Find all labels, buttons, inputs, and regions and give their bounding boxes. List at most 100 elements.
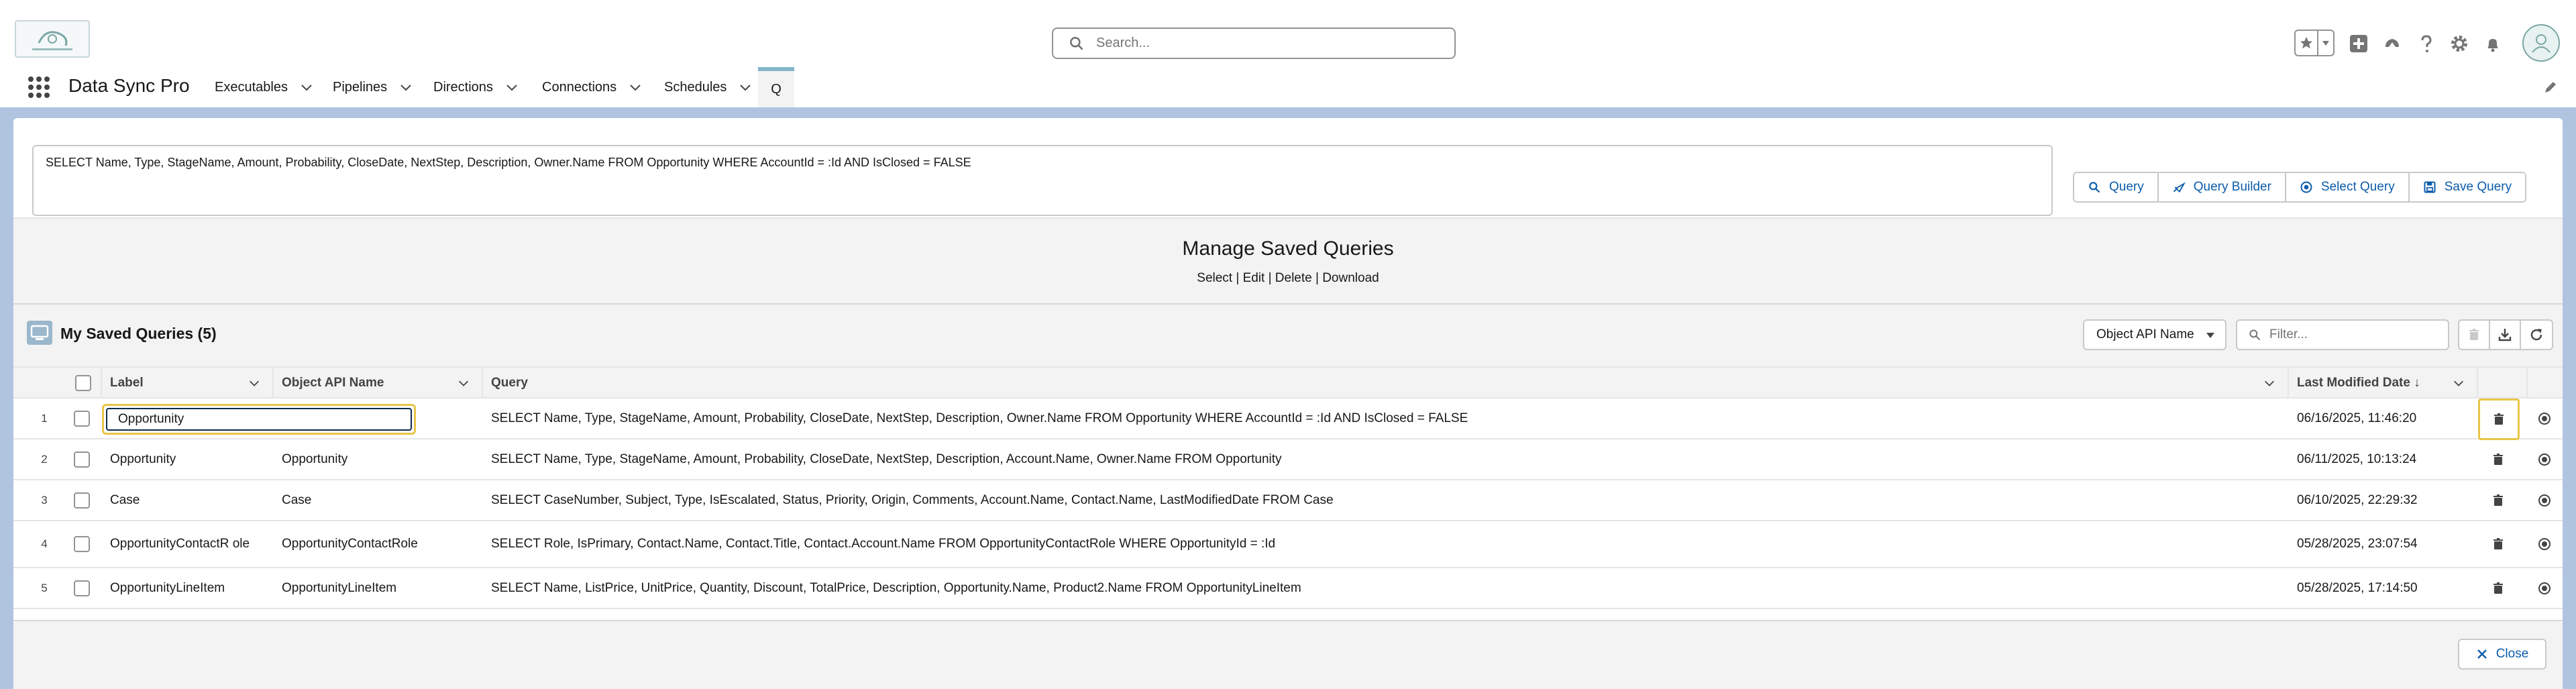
column-label-text: Label bbox=[110, 376, 144, 390]
chevron-down-icon[interactable] bbox=[458, 377, 470, 389]
delete-row-button[interactable] bbox=[2491, 521, 2505, 567]
delete-row-button[interactable] bbox=[2491, 568, 2505, 608]
refresh-button[interactable] bbox=[2521, 321, 2552, 349]
rownum-header bbox=[13, 368, 64, 399]
label-cell[interactable]: OpportunityContactR ole bbox=[110, 521, 268, 567]
last-modified-cell: 06/11/2025, 10:13:24 bbox=[2297, 452, 2417, 466]
last-modified-cell: 05/28/2025, 17:14:50 bbox=[2297, 580, 2418, 595]
saved-queries-table: Label Object API Name Query Last Modifie… bbox=[13, 366, 2563, 609]
column-header-object[interactable]: Object API Name bbox=[274, 368, 483, 399]
save-query-button[interactable]: Save Query bbox=[2409, 173, 2526, 201]
help-icon[interactable] bbox=[2412, 30, 2439, 57]
select-row-button[interactable] bbox=[2537, 439, 2552, 479]
select-row-button[interactable] bbox=[2537, 480, 2552, 520]
chevron-down-icon[interactable] bbox=[739, 81, 752, 94]
table-row[interactable]: 1 Opportunity SELECT Name, Type, StageNa… bbox=[13, 399, 2563, 440]
search-placeholder: Search... bbox=[1096, 36, 1150, 50]
row-number: 2 bbox=[41, 452, 48, 466]
table-row[interactable]: 2 Opportunity Opportunity SELECT Name, T… bbox=[13, 439, 2563, 480]
favorites-star-icon[interactable] bbox=[2296, 31, 2318, 55]
column-query-text: Query bbox=[491, 376, 528, 390]
nav-item-pipelines[interactable]: Pipelines bbox=[333, 67, 413, 107]
delete-row-button[interactable] bbox=[2491, 480, 2505, 520]
column-header-last-modified[interactable]: Last Modified Date ↓ bbox=[2289, 368, 2478, 399]
chevron-down-icon[interactable] bbox=[2263, 377, 2275, 389]
chevron-down-icon[interactable] bbox=[2453, 377, 2465, 389]
filter-input[interactable]: Filter... bbox=[2236, 319, 2449, 350]
table-row[interactable]: 5 OpportunityLineItem OpportunityLineIte… bbox=[13, 568, 2563, 609]
target-icon bbox=[2538, 412, 2551, 425]
query-cell: SELECT Name, Type, StageName, Amount, Pr… bbox=[491, 452, 1282, 466]
object-api-name-select[interactable]: Object API Name bbox=[2083, 319, 2226, 350]
chevron-down-icon[interactable] bbox=[300, 81, 313, 94]
select-row-button[interactable] bbox=[2537, 399, 2552, 438]
user-avatar[interactable] bbox=[2522, 24, 2560, 62]
notifications-bell-icon[interactable] bbox=[2479, 30, 2506, 57]
select-row-button[interactable] bbox=[2537, 521, 2552, 567]
label-edit-field[interactable]: Opportunity bbox=[102, 404, 416, 435]
global-search-input[interactable]: Search... bbox=[1052, 28, 1456, 59]
app-navigation: Data Sync Pro Executables Pipelines Dire… bbox=[0, 67, 2576, 107]
chevron-down-icon[interactable] bbox=[505, 81, 519, 94]
column-header-query[interactable]: Query bbox=[483, 368, 2289, 399]
table-row[interactable]: 4 OpportunityContactR ole OpportunityCon… bbox=[13, 521, 2563, 568]
search-icon bbox=[2249, 329, 2261, 341]
chevron-down-icon[interactable] bbox=[399, 81, 413, 94]
nav-item-schedules[interactable]: Schedules bbox=[664, 67, 752, 107]
select-row-button[interactable] bbox=[2537, 568, 2552, 608]
favorites-dropdown-icon[interactable] bbox=[2318, 39, 2333, 47]
nav-item-connections[interactable]: Connections bbox=[542, 67, 642, 107]
row-checkbox[interactable] bbox=[74, 580, 90, 596]
card-action-buttons bbox=[2458, 319, 2553, 350]
row-checkbox[interactable] bbox=[74, 410, 90, 427]
avatar-icon bbox=[2532, 34, 2551, 53]
nav-item-label: Pipelines bbox=[333, 79, 388, 95]
query-builder-button[interactable]: Query Builder bbox=[2158, 173, 2286, 201]
trailhead-icon[interactable] bbox=[2379, 30, 2406, 57]
app-launcher-icon[interactable] bbox=[28, 76, 50, 98]
app-name: Data Sync Pro bbox=[68, 75, 190, 96]
download-button[interactable] bbox=[2490, 321, 2521, 349]
query-cell: SELECT CaseNumber, Subject, Type, IsEsca… bbox=[491, 492, 1334, 507]
select-query-button[interactable]: Select Query bbox=[2286, 173, 2410, 201]
row-checkbox[interactable] bbox=[74, 536, 90, 552]
saved-queries-icon bbox=[27, 321, 52, 345]
label-cell[interactable]: OpportunityLineItem bbox=[110, 568, 225, 608]
column-header-label[interactable]: Label bbox=[102, 368, 274, 399]
setup-gear-icon[interactable] bbox=[2446, 30, 2473, 57]
favorites-button[interactable] bbox=[2294, 30, 2334, 56]
label-cell[interactable]: Opportunity bbox=[110, 439, 176, 479]
query-button[interactable]: Query bbox=[2074, 173, 2159, 201]
label-edit-input[interactable]: Opportunity bbox=[106, 408, 412, 431]
query-builder-button-label: Query Builder bbox=[2193, 180, 2271, 194]
last-modified-cell: 05/28/2025, 23:07:54 bbox=[2297, 537, 2418, 551]
soql-query-editor[interactable]: SELECT Name, Type, StageName, Amount, Pr… bbox=[32, 145, 2053, 216]
row-checkbox[interactable] bbox=[74, 492, 90, 509]
save-icon bbox=[2424, 181, 2436, 193]
delete-row-button[interactable] bbox=[2491, 439, 2505, 479]
org-logo[interactable] bbox=[15, 20, 90, 58]
search-icon bbox=[2089, 182, 2100, 193]
chevron-down-icon[interactable] bbox=[248, 377, 260, 389]
row-checkbox-cell bbox=[74, 568, 90, 608]
row-number: 5 bbox=[41, 581, 48, 594]
logo-icon bbox=[32, 31, 72, 50]
last-modified-cell: 06/10/2025, 22:29:32 bbox=[2297, 492, 2418, 507]
nav-item-executables[interactable]: Executables bbox=[215, 67, 313, 107]
label-cell[interactable]: Case bbox=[110, 480, 140, 520]
dropdown-triangle-icon bbox=[2206, 333, 2214, 338]
edit-nav-pencil-icon[interactable] bbox=[2542, 79, 2559, 95]
row-checkbox[interactable] bbox=[74, 451, 90, 468]
table-row[interactable]: 3 Case Case SELECT CaseNumber, Subject, … bbox=[13, 480, 2563, 521]
nav-item-directions[interactable]: Directions bbox=[433, 67, 519, 107]
builder-icon bbox=[2173, 182, 2186, 193]
row-checkbox-cell bbox=[74, 480, 90, 520]
delete-row-button[interactable] bbox=[2478, 399, 2520, 440]
add-icon[interactable] bbox=[2345, 30, 2372, 57]
nav-tab-q[interactable]: Q bbox=[758, 67, 794, 107]
select-all-checkbox[interactable] bbox=[75, 375, 91, 391]
bulk-delete-button[interactable] bbox=[2459, 321, 2490, 349]
chevron-down-icon[interactable] bbox=[629, 81, 642, 94]
table-header: Label Object API Name Query Last Modifie… bbox=[13, 366, 2563, 399]
close-button[interactable]: Close bbox=[2458, 639, 2546, 670]
